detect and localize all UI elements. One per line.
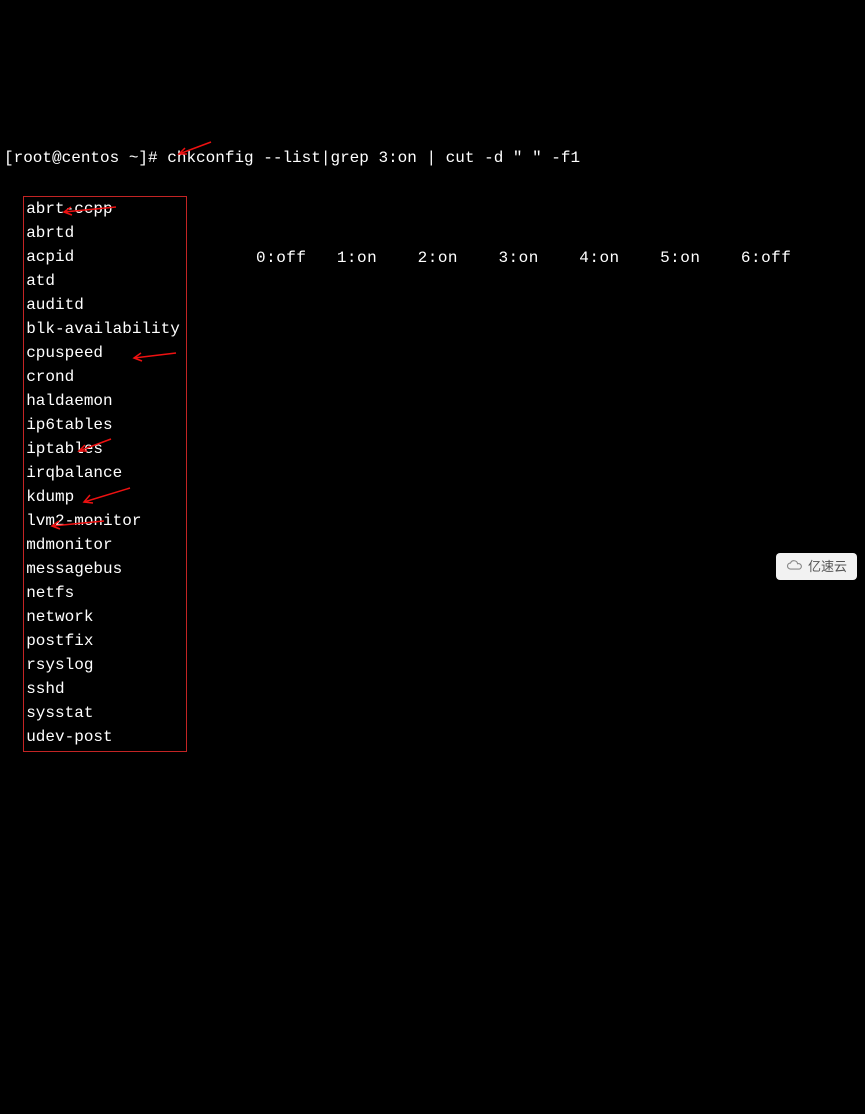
service-item: mdmonitor [26,533,180,557]
service-item: acpid [26,245,180,269]
service-item: cpuspeed [26,341,180,365]
service-item: lvm2-monitor [26,509,180,533]
service-list-box: abrt-ccppabrtdacpidatdauditdblk-availabi… [23,196,187,752]
runlevel-output: 0:off 1:on 2:on 3:on 4:on 5:on 6:off [256,246,791,270]
service-item: sysstat [26,701,180,725]
service-item: netfs [26,581,180,605]
shell-prompt: [root@centos ~]# [4,149,167,167]
service-item: haldaemon [26,389,180,413]
service-item: udev-post [26,725,180,749]
service-item: crond [26,365,180,389]
service-item: messagebus [26,557,180,581]
service-item: postfix [26,629,180,653]
service-item: abrtd [26,221,180,245]
service-item: rsyslog [26,653,180,677]
command-text: chkconfig --list|grep 3:on | cut -d " " … [167,149,580,167]
watermark-badge: 亿速云 [776,553,857,581]
watermark-text: 亿速云 [808,557,847,577]
service-item: network [26,605,180,629]
service-item: sshd [26,677,180,701]
service-item: atd [26,269,180,293]
service-item: irqbalance [26,461,180,485]
service-item: iptables [26,437,180,461]
cloud-icon [786,557,804,575]
service-item: blk-availability [26,317,180,341]
service-item: abrt-ccpp [26,197,180,221]
service-item: kdump [26,485,180,509]
service-item: ip6tables [26,413,180,437]
service-item: auditd [26,293,180,317]
command-prompt-line: [root@centos ~]# chkconfig --list|grep 3… [4,146,861,170]
terminal-window: [root@centos ~]# chkconfig --list|grep 3… [0,96,865,778]
